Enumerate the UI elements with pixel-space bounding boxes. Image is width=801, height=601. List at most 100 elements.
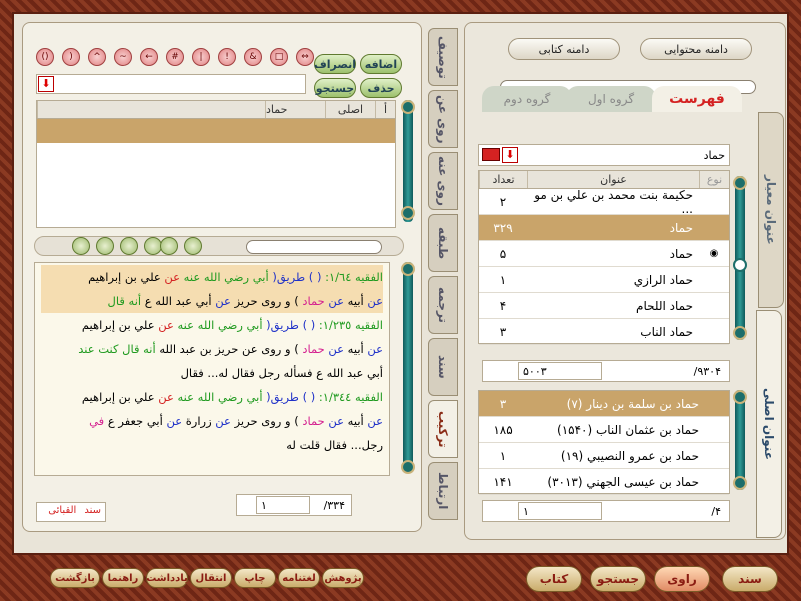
symbol-amp-button[interactable]: & bbox=[244, 48, 262, 66]
page-current: ۱ bbox=[261, 498, 267, 512]
row-title: حماد الرازي bbox=[633, 272, 693, 287]
content-domain-button[interactable]: دامنه محتوایی bbox=[640, 38, 752, 60]
notes-button[interactable]: یادداشت bbox=[146, 568, 188, 588]
symbol-caret-button[interactable]: ^ bbox=[88, 48, 106, 66]
symbol-bar-button[interactable]: | bbox=[192, 48, 210, 66]
dropdown-arrow-icon[interactable]: ⬇ bbox=[502, 147, 518, 163]
dropdown-arrow-icon[interactable]: ⬇ bbox=[38, 76, 54, 92]
book-button[interactable]: کتاب bbox=[526, 566, 582, 592]
text-segment: علي بن إبراهيم bbox=[81, 390, 155, 404]
scroll-knob[interactable] bbox=[733, 326, 747, 340]
symbol-paren-button[interactable]: () bbox=[36, 48, 54, 66]
add-button[interactable]: اضافه bbox=[360, 54, 402, 74]
tab-sanad[interactable]: سند bbox=[80, 503, 105, 521]
table-row[interactable]: حماد اللحام ۴ bbox=[479, 293, 729, 319]
delete-button[interactable]: حذف bbox=[360, 78, 402, 98]
tab-index[interactable]: فهرست bbox=[652, 86, 742, 112]
tab-original-title[interactable]: عنوان اصلی bbox=[756, 310, 782, 538]
scroll-knob[interactable] bbox=[733, 176, 747, 190]
scroll-knob[interactable] bbox=[401, 100, 415, 114]
text-segment: عن bbox=[363, 294, 383, 308]
text-segment: أبي عبد الله ع فسأله رجل فقال له... فقال bbox=[180, 366, 383, 380]
table-row[interactable]: حماد بن عمرو النصيبي (۱۹) ۱ bbox=[479, 443, 729, 469]
col-count: تعداد bbox=[479, 171, 527, 188]
nav-button[interactable] bbox=[120, 237, 138, 255]
text-line: رجل... فقال قلت له bbox=[41, 433, 383, 457]
nav-button[interactable] bbox=[96, 237, 114, 255]
text-segment: الفقيه ١/٦٤: bbox=[321, 270, 383, 284]
table-row[interactable]: حماد بن سلمة بن دينار (۷) ۳ bbox=[479, 391, 729, 417]
tab-sanad[interactable]: سند bbox=[428, 338, 458, 396]
table-row[interactable]: حماد ۳۲۹ bbox=[479, 215, 729, 241]
nav-button[interactable] bbox=[72, 237, 90, 255]
text-segment: الفقيه ١/٣٤٤: bbox=[315, 390, 383, 404]
left-search-box[interactable] bbox=[36, 74, 306, 94]
narrator-button[interactable]: راوی bbox=[654, 566, 710, 592]
symbol-bang-button[interactable]: ! bbox=[218, 48, 236, 66]
text-segment: عن bbox=[363, 342, 383, 356]
print-button[interactable]: چاپ bbox=[234, 568, 276, 588]
col-title: عنوان bbox=[527, 171, 699, 188]
scroll-knob[interactable] bbox=[733, 390, 747, 404]
text-segment: عن bbox=[324, 414, 345, 428]
text-line: الفقيه ١/٦٤: ( ) طريق( أبي رضي الله عنه … bbox=[41, 265, 383, 289]
row-count: ۲ bbox=[499, 194, 507, 209]
text-line: عن أبيه عن حماد ) و روى حريز عن زرارة عن… bbox=[41, 409, 383, 433]
tab-narrated-from[interactable]: روى عن bbox=[428, 90, 458, 148]
table-row[interactable]: حکیمة بنت محمد بن علي بن مو ... ۲ bbox=[479, 188, 729, 216]
table-row[interactable]: حماد بن عيسى الجهني (۳۰۱۳) ۱۴۱ bbox=[479, 469, 729, 495]
index-page-input[interactable]: ۵۰۰۳ bbox=[518, 362, 602, 380]
symbol-hash-button[interactable]: # bbox=[166, 48, 184, 66]
keyboard-icon[interactable] bbox=[482, 148, 500, 161]
symbol-paren2-button[interactable]: ) bbox=[62, 48, 80, 66]
tab-biography[interactable]: ترجمه bbox=[428, 276, 458, 334]
original-scrollbar[interactable] bbox=[735, 390, 745, 490]
scroll-knob[interactable] bbox=[401, 206, 415, 220]
symbol-tilde-button[interactable]: ~ bbox=[114, 48, 132, 66]
original-page-input[interactable]: ۱ bbox=[518, 502, 602, 520]
table-row[interactable]: ◉ حماد ۵ bbox=[479, 241, 729, 267]
symbol-arrow-button[interactable]: ← bbox=[140, 48, 158, 66]
transfer-button[interactable]: انتقال bbox=[190, 568, 232, 588]
align-button[interactable] bbox=[184, 237, 202, 255]
help-button[interactable]: راهنما bbox=[102, 568, 144, 588]
cancel-button[interactable]: انصراف bbox=[314, 54, 356, 74]
tab-group1[interactable]: گروه اول bbox=[566, 86, 656, 112]
tab-description[interactable]: توصيف bbox=[428, 28, 458, 86]
tab-standard-title[interactable]: عنوان معیار bbox=[758, 112, 784, 308]
scroll-knob[interactable] bbox=[401, 460, 415, 474]
tab-composition[interactable]: تركيب bbox=[428, 400, 458, 458]
row-type bbox=[699, 319, 729, 344]
search-button[interactable]: جستجو bbox=[314, 78, 356, 98]
row-title: حماد بن عمرو النصيبي (۱۹) bbox=[560, 448, 699, 463]
text-segment: عن bbox=[154, 390, 174, 404]
align-button[interactable] bbox=[160, 237, 178, 255]
tab-group2[interactable]: گروه دوم bbox=[482, 86, 572, 112]
book-domain-button[interactable]: دامنه کتابی bbox=[508, 38, 620, 60]
row-type bbox=[699, 267, 729, 292]
symbol-swap-button[interactable]: ⇔ bbox=[296, 48, 314, 66]
scroll-knob[interactable] bbox=[401, 262, 415, 276]
back-button[interactable]: بازگشت bbox=[50, 568, 100, 588]
research-button[interactable]: پژوهش bbox=[322, 568, 364, 588]
text-segment: حريز بن عبد الله bbox=[155, 342, 239, 356]
scroll-knob[interactable] bbox=[733, 476, 747, 490]
table-row[interactable]: حماد بن عثمان الناب (۱۵۴۰) ۱۸۵ bbox=[479, 417, 729, 443]
page-input[interactable]: ۱ bbox=[256, 496, 310, 514]
left-table-scrollbar[interactable] bbox=[403, 100, 413, 222]
text-scrollbar[interactable] bbox=[403, 262, 413, 472]
index-total: /۹۳۰۴ bbox=[693, 364, 721, 378]
symbol-square-button[interactable]: □ bbox=[270, 48, 288, 66]
text-slider[interactable] bbox=[246, 240, 382, 254]
tab-qabaili[interactable]: القبائی bbox=[44, 503, 80, 521]
hadith-text-area[interactable]: الفقيه ١/٦٤: ( ) طريق( أبي رضي الله عنه … bbox=[34, 262, 390, 476]
search-button[interactable]: جستجو bbox=[590, 566, 646, 592]
table-row[interactable]: حماد الرازي ۱ bbox=[479, 267, 729, 293]
tab-relation[interactable]: ارتباط bbox=[428, 462, 458, 520]
table-row[interactable]: حماد الناب ۳ bbox=[479, 319, 729, 345]
tab-narrated-by[interactable]: روى عنه bbox=[428, 152, 458, 210]
tab-class[interactable]: طبقه bbox=[428, 214, 458, 272]
dictionary-button[interactable]: لغتنامه bbox=[278, 568, 320, 588]
sanad-button[interactable]: سند bbox=[722, 566, 778, 592]
left-table-row[interactable] bbox=[37, 119, 395, 143]
